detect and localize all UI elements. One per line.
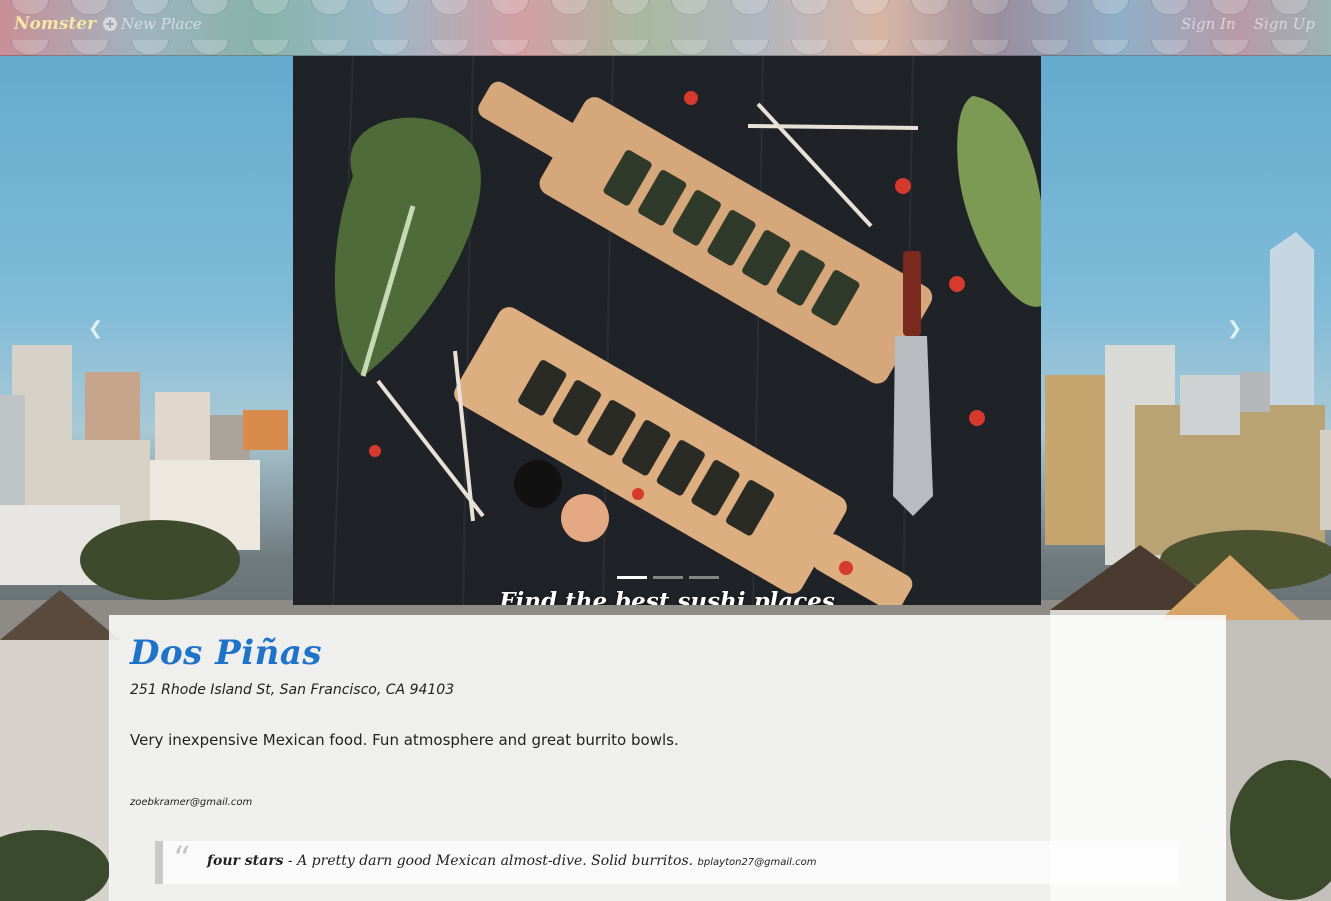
review-comment: A pretty darn good Mexican almost-dive. … xyxy=(297,853,694,869)
place-description: Very inexpensive Mexican food. Fun atmos… xyxy=(130,731,679,749)
carousel-indicator-2[interactable] xyxy=(653,576,683,579)
carousel-caption: Find the best sushi places xyxy=(499,588,835,605)
sushi-slide-image xyxy=(293,56,1041,605)
sign-up-link[interactable]: Sign Up xyxy=(1254,15,1315,33)
review-blockquote: “ four stars - A pretty darn good Mexica… xyxy=(155,839,1179,884)
navbar: Nomster New Place Sign In Sign Up xyxy=(0,0,1331,56)
plus-circle-icon xyxy=(103,17,117,31)
sign-in-link[interactable]: Sign In xyxy=(1181,15,1236,33)
new-place-link[interactable]: New Place xyxy=(103,15,202,33)
auth-links: Sign In Sign Up xyxy=(1181,15,1315,33)
carousel: Find the best sushi places xyxy=(293,56,1041,605)
place-details-panel: Dos Piñas 251 Rhode Island St, San Franc… xyxy=(109,615,1226,901)
reviewer-email: bplayton27@gmail.com xyxy=(697,857,817,868)
new-place-label: New Place xyxy=(121,15,202,33)
carousel-indicator-3[interactable] xyxy=(689,576,719,579)
chevron-left-icon[interactable]: ❮ xyxy=(88,318,106,340)
owner-email: zoebkramer@gmail.com xyxy=(130,797,253,808)
quote-icon: “ xyxy=(173,839,191,879)
carousel-indicators xyxy=(617,576,719,579)
brand-logo-link[interactable]: Nomster xyxy=(14,14,96,34)
review-separator: - xyxy=(283,853,298,869)
carousel-indicator-1[interactable] xyxy=(617,576,647,579)
place-address: 251 Rhode Island St, San Francisco, CA 9… xyxy=(130,682,455,698)
place-title: Dos Piñas xyxy=(130,633,323,673)
review-rating: four stars xyxy=(207,853,284,869)
chevron-right-icon[interactable]: ❯ xyxy=(1227,318,1245,340)
review-body: four stars - A pretty darn good Mexican … xyxy=(207,853,816,869)
